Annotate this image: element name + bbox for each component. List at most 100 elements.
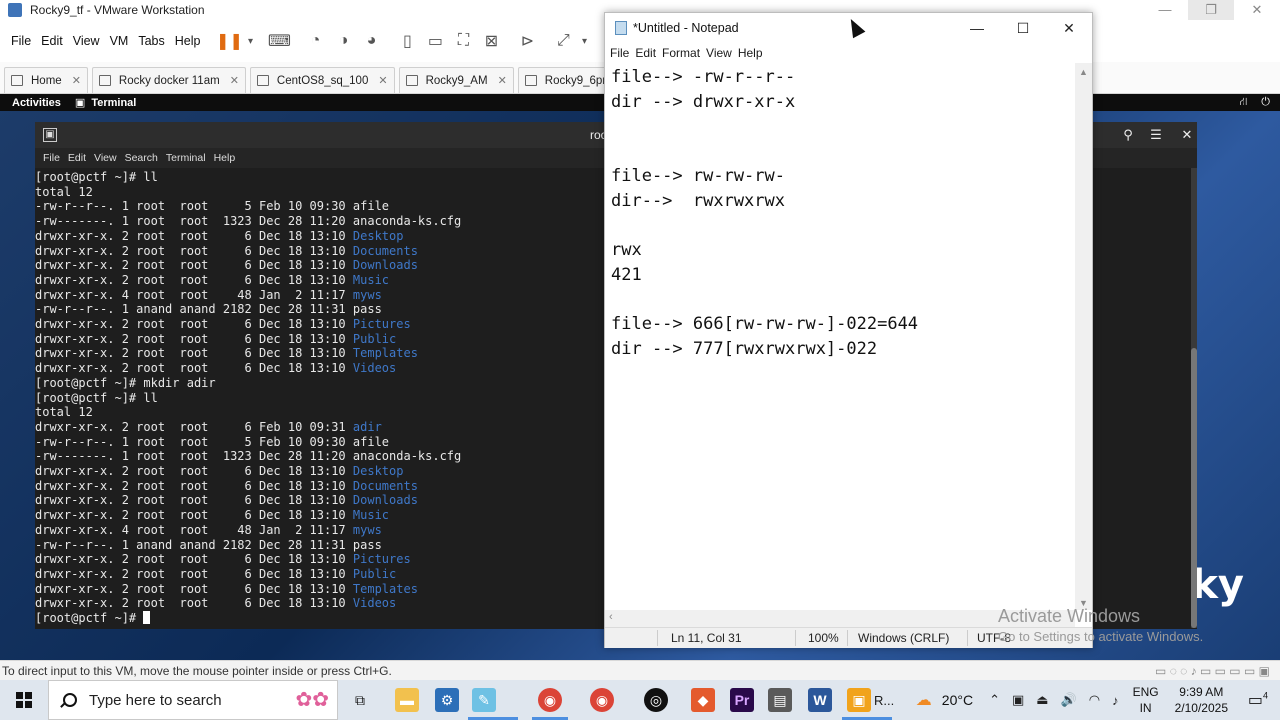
tab-close-icon[interactable]: ✕ — [378, 74, 387, 87]
volume-icon[interactable]: 🔊 — [1061, 692, 1077, 708]
unity-icon[interactable]: ⊠ — [477, 31, 505, 51]
vmware-menu-file[interactable]: File — [6, 34, 36, 48]
terminal-close-button[interactable]: ✕ — [1175, 125, 1199, 145]
system-clock[interactable]: 9:39 AM 2/10/2025 — [1175, 684, 1228, 716]
snapshot-manager-icon[interactable]: ◕ — [357, 32, 385, 50]
stretch-guest-icon[interactable]: ⤢ — [549, 32, 577, 50]
scroll-left-icon[interactable]: ‹ — [609, 611, 613, 623]
media-app-icon[interactable]: ▤ — [768, 688, 792, 712]
speaker-icon[interactable]: ♪ — [1112, 693, 1119, 708]
notepad-close-button[interactable]: ✕ — [1046, 13, 1092, 43]
pause-icon[interactable]: ❚❚ — [215, 31, 243, 51]
vmware-close-button[interactable]: ✕ — [1234, 0, 1280, 20]
terminal-menu-edit[interactable]: Edit — [64, 152, 90, 164]
console-view-icon[interactable]: ⊳ — [513, 31, 541, 51]
vmware-restore-button[interactable]: ❐ — [1188, 0, 1234, 20]
notepad-minimize-button[interactable]: — — [954, 13, 1000, 43]
activities-button[interactable]: Activities — [12, 97, 61, 109]
notification-center-icon[interactable]: ▭4 — [1236, 690, 1280, 710]
task-view-icon[interactable]: ⧉ — [348, 688, 372, 712]
stretch-dropdown-icon[interactable]: ▾ — [577, 36, 591, 47]
notepad-menu-edit[interactable]: Edit — [630, 46, 656, 60]
search-input[interactable] — [89, 691, 249, 709]
tab-close-icon[interactable]: ✕ — [72, 74, 81, 87]
terminal-line: drwxr-xr-x. 2 root root 6 Dec 18 13:10 P… — [35, 552, 605, 567]
vmware-taskbar-icon[interactable]: ▣ — [847, 688, 871, 712]
notepad-text-area[interactable]: file--> -rw-r--r-- dir --> drwxr-xr-x fi… — [611, 65, 1081, 610]
git-icon[interactable]: ◆ — [691, 688, 715, 712]
meet-now-icon[interactable]: ▣ — [1012, 692, 1024, 708]
tab-close-icon[interactable]: ✕ — [230, 74, 239, 87]
vm-icon — [256, 75, 269, 86]
terminal-menu-help[interactable]: Help — [210, 152, 240, 164]
github-icon[interactable]: ◎ — [644, 688, 668, 712]
notepad-vertical-scrollbar[interactable]: ▲ ▼ — [1075, 63, 1092, 610]
vmware-taskbar-label: R... — [874, 693, 895, 708]
flowers-icon: ✿✿ — [295, 689, 329, 711]
vmware-menu-vm[interactable]: VM — [105, 34, 134, 48]
activate-windows-subtitle: Go to Settings to activate Windows. — [998, 629, 1204, 644]
taskbar-search-box[interactable]: ✿✿ — [48, 680, 338, 720]
weather-icon[interactable]: ☁ — [916, 690, 932, 710]
directory-name: myws — [352, 287, 382, 302]
file-name: afile — [352, 434, 390, 449]
notepad-window[interactable]: *Untitled - Notepad — ☐ ✕ File Edit Form… — [604, 12, 1093, 648]
device-status-icons[interactable]: ▭ ◌ ◌ ♪ ▭ ▭ ▭ ▭ ▣ — [1155, 661, 1270, 681]
terminal-menu-terminal[interactable]: Terminal — [162, 152, 210, 164]
notepad-menu-format[interactable]: Format — [657, 46, 700, 60]
notepad-taskbar-icon[interactable]: ✎ — [472, 688, 496, 712]
terminal-menu-file[interactable]: File — [39, 152, 64, 164]
terminal-menu-search[interactable]: Search — [121, 152, 162, 164]
file-name: anaconda-ks.cfg — [352, 214, 462, 229]
vmware-menu-edit[interactable]: Edit — [36, 34, 68, 48]
network-icon[interactable]: ⛙ — [1240, 96, 1248, 110]
file-explorer-icon[interactable]: ▬ — [395, 688, 419, 712]
snapshot-icon[interactable]: ◔ — [301, 32, 329, 50]
search-icon[interactable]: ⚲ — [1116, 125, 1140, 145]
tab-rocky9-am[interactable]: Rocky9_AM ✕ — [398, 67, 514, 93]
hamburger-menu-icon[interactable]: ☰ — [1144, 125, 1168, 145]
dropdown-chevron-icon[interactable]: ▾ — [243, 36, 257, 47]
usb-icon[interactable]: ⏏ — [1036, 692, 1048, 708]
power-icon[interactable]: ⏻ — [1261, 96, 1270, 109]
scroll-up-icon[interactable]: ▲ — [1079, 67, 1088, 77]
vmware-menu-view[interactable]: View — [68, 34, 105, 48]
notepad-menu-view[interactable]: View — [701, 46, 732, 60]
vmware-menu-tabs[interactable]: Tabs — [133, 34, 169, 48]
send-keys-icon[interactable]: ⌨ — [265, 31, 293, 51]
language-indicator[interactable]: ENG IN — [1133, 684, 1159, 716]
word-icon[interactable]: W — [808, 688, 832, 712]
library-view-icon[interactable]: ▯ — [393, 31, 421, 51]
terminal-line: drwxr-xr-x. 2 root root 6 Dec 18 13:10 V… — [35, 361, 605, 376]
terminal-scrollbar[interactable] — [1191, 168, 1197, 628]
thumbnail-view-icon[interactable]: ▭ — [421, 31, 449, 51]
directory-name: Pictures — [352, 552, 411, 567]
terminal-output[interactable]: [root@pctf ~]# ll total 12 -rw-r--r--. 1 r… — [35, 170, 605, 626]
terminal-menu-view[interactable]: View — [90, 152, 121, 164]
notepad-menu-help[interactable]: Help — [733, 46, 763, 60]
new-tab-icon[interactable]: ▣ — [43, 128, 57, 142]
terminal-line: total 12 — [35, 405, 605, 420]
notepad-icon — [615, 21, 627, 35]
tab-rocky-docker[interactable]: Rocky docker 11am ✕ — [91, 67, 246, 93]
weather-temperature[interactable]: 20°C — [942, 692, 973, 708]
full-screen-icon[interactable]: ⛶ — [449, 32, 477, 50]
premiere-icon[interactable]: Pr — [730, 688, 754, 712]
terminal-line: drwxr-xr-x. 2 root root 6 Dec 18 13:10 D… — [35, 493, 605, 508]
app-menu-terminal[interactable]: Terminal — [91, 97, 136, 109]
vmware-menu-help[interactable]: Help — [170, 34, 206, 48]
tab-home[interactable]: Home ✕ — [4, 67, 88, 93]
notepad-maximize-button[interactable]: ☐ — [1000, 13, 1046, 43]
chrome-icon-2[interactable]: ◉ — [590, 688, 614, 712]
chrome-icon[interactable]: ◉ — [538, 688, 562, 712]
tab-close-icon[interactable]: ✕ — [498, 74, 507, 87]
notepad-menu-file[interactable]: File — [605, 46, 629, 60]
tab-centos8[interactable]: CentOS8_sq_100 ✕ — [249, 67, 395, 93]
wifi-icon[interactable]: ◠ — [1089, 692, 1100, 708]
start-button[interactable] — [0, 680, 48, 720]
terminal-prompt[interactable]: [root@pctf ~]# — [35, 611, 605, 626]
vmware-minimize-button[interactable]: — — [1142, 0, 1188, 20]
tray-overflow-icon[interactable]: ⌃ — [989, 692, 1000, 708]
revert-snapshot-icon[interactable]: ◑ — [329, 32, 357, 50]
app-icon[interactable]: ⚙ — [435, 688, 459, 712]
